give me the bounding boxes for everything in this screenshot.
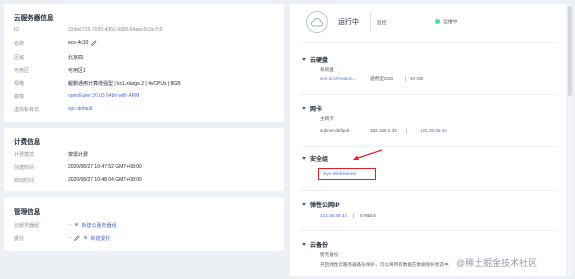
value-created: 2020/08/27 10:47:52 GMT+08:00 <box>68 164 142 170</box>
disk-type: 通用型SSD <box>370 76 394 81</box>
value-billing-mode: 按需计费 <box>68 151 89 158</box>
value-region: 北京四 <box>68 54 84 61</box>
security-group-section-header[interactable]: 安全组 <box>302 154 328 163</box>
label-started: 启动时间 <box>14 177 35 184</box>
create-agency-link[interactable]: 新建委托 <box>91 235 111 242</box>
management-title: 管理信息 <box>14 209 41 216</box>
label-server-group: 云服务器组 <box>14 222 40 229</box>
label-vpc: 虚拟私有云 <box>14 106 40 113</box>
divider-disk <box>300 94 558 95</box>
label-region: 区域 <box>14 54 25 61</box>
row-az: 可用区 可用区1 <box>14 66 274 74</box>
divider-status <box>300 42 558 43</box>
annotation-arrow-icon <box>353 149 383 160</box>
row-agency: 委托 -- ⊕ 新建委托 <box>14 234 274 242</box>
eip-collapse-icon[interactable] <box>302 203 306 206</box>
system-disk-label: 系统盘 <box>320 67 334 72</box>
divider-security-group <box>300 190 558 191</box>
label-name: 名称 <box>14 40 25 47</box>
value-az: 可用区1 <box>68 67 86 74</box>
eip-title: 弹性公网IP <box>310 203 340 209</box>
edit-agency-icon[interactable] <box>74 235 80 241</box>
eip-address-link[interactable]: 121.36.69.34 <box>320 213 347 218</box>
label-image: 镜像 <box>14 93 25 100</box>
label-id: ID <box>14 27 19 33</box>
disk-size: 40 GB <box>410 76 424 81</box>
monitor-status-label: 运维中 <box>443 20 458 25</box>
backup-collapse-icon[interactable] <box>302 243 306 246</box>
status-divider <box>370 12 371 32</box>
security-group-collapse-icon[interactable] <box>302 157 306 160</box>
row-image: 镜像 openEuler 20.03 64bit with ARM <box>14 92 274 100</box>
server-name-text: ecs-4c10 <box>68 40 89 46</box>
backup-description: 开启弹性云服务器备份保护，可以将所有数据在数据保护状态中...备份您的数据。 <box>320 262 450 267</box>
status-running-text: 运行中 <box>338 19 359 26</box>
add-agency-icon[interactable]: ⊕ <box>83 235 87 241</box>
row-name: 名称 ecs-4c10 <box>14 39 274 47</box>
disk-section-header[interactable]: 云硬盘 <box>302 55 328 64</box>
security-group-link[interactable]: Sys-WebServer <box>323 172 357 177</box>
disk-collapse-icon[interactable] <box>302 58 306 61</box>
create-server-group-link[interactable]: 新建云服务器组 <box>82 222 117 229</box>
eip-separator: | <box>353 213 355 218</box>
running-dot-icon <box>435 19 440 24</box>
value-agency: -- ⊕ 新建委托 <box>68 235 111 242</box>
row-region: 区域 北京四 <box>14 53 274 61</box>
row-started: 启动时间 2020/08/27 10:48:04 GMT+08:00 <box>14 176 274 184</box>
nic-ip-separator: | <box>406 128 408 133</box>
image-link[interactable]: openEuler 20.03 64bit with ARM <box>68 93 139 99</box>
right-panel <box>290 4 566 276</box>
watermark-text: @稀土掘金技术社区 <box>456 258 538 268</box>
right-scrollbar-thumb[interactable] <box>568 6 572 96</box>
agency-dash: -- <box>68 235 72 241</box>
edit-name-icon[interactable] <box>91 40 97 46</box>
cloud-server-icon <box>306 11 328 33</box>
row-vpc: 虚拟私有云 vpc-default <box>14 105 274 113</box>
disk-size-separator: | <box>405 76 407 81</box>
eip-bandwidth: 5 Mbit/s <box>360 213 377 218</box>
value-server-group: -- ⊕ 新建云服务器组 <box>68 222 117 229</box>
row-flavor: 规格 鲲鹏通用计算增强型 | kc1.xlarge.2 | 4vCPUs | 8… <box>14 79 274 87</box>
row-created: 创建时间 2020/08/27 10:47:52 GMT+08:00 <box>14 163 274 171</box>
value-name: ecs-4c10 <box>68 40 97 46</box>
nic-subnet: subnet-default <box>320 128 350 133</box>
nic-title: 网卡 <box>310 107 323 113</box>
add-server-group-icon[interactable]: ⊕ <box>74 222 78 228</box>
monitor-status: 运维中 <box>435 18 457 25</box>
value-flavor: 鲲鹏通用计算增强型 | kc1.xlarge.2 | 4vCPUs | 8GB <box>68 80 181 87</box>
server-info-title: 云服务器信息 <box>14 15 54 22</box>
nic-public-ip-link[interactable]: 121.36.69.34 <box>420 128 447 133</box>
disk-title: 云硬盘 <box>310 58 329 64</box>
label-flavor: 规格 <box>14 80 25 87</box>
label-created: 创建时间 <box>14 164 35 171</box>
primary-nic-label: 主网卡 <box>320 116 334 121</box>
value-id: 22de6715-7035-436c-9d05-64aec5c3e7c5 <box>68 27 163 33</box>
value-started: 2020/08/27 10:48:04 GMT+08:00 <box>68 177 142 183</box>
backup-title: 云备份 <box>310 243 329 249</box>
row-id: ID 22de6715-7035-436c-9d05-64aec5c3e7c5 <box>14 26 274 34</box>
security-group-title: 安全组 <box>310 157 329 163</box>
nic-collapse-icon[interactable] <box>302 107 306 110</box>
security-group-highlight: Sys-WebServer <box>318 168 376 180</box>
label-agency: 委托 <box>14 235 25 242</box>
backup-section-header[interactable]: 云备份 <box>302 240 328 249</box>
vpc-link[interactable]: vpc-default <box>68 106 92 112</box>
server-group-dash: -- <box>68 222 72 228</box>
eip-section-header[interactable]: 弹性公网IP <box>302 200 340 209</box>
label-billing-mode: 计费模式 <box>14 151 35 158</box>
disk-name-link[interactable]: ecs-4c10-volum... <box>320 76 356 81</box>
divider-eip <box>300 230 558 231</box>
label-az: 可用区 <box>14 67 30 74</box>
billing-title: 计费信息 <box>14 139 41 146</box>
nic-private-ip: 192.168.0.34 <box>370 128 397 133</box>
backup-subtitle: 暂无备份 <box>320 252 339 257</box>
status-tag-label[interactable]: 监控 <box>377 19 387 26</box>
nic-section-header[interactable]: 网卡 <box>302 104 322 113</box>
row-billing-mode: 计费模式 按需计费 <box>14 150 274 158</box>
divider-nic <box>300 146 558 147</box>
watermark: @稀土掘金技术社区 <box>456 256 537 269</box>
row-server-group: 云服务器组 -- ⊕ 新建云服务器组 <box>14 221 274 229</box>
